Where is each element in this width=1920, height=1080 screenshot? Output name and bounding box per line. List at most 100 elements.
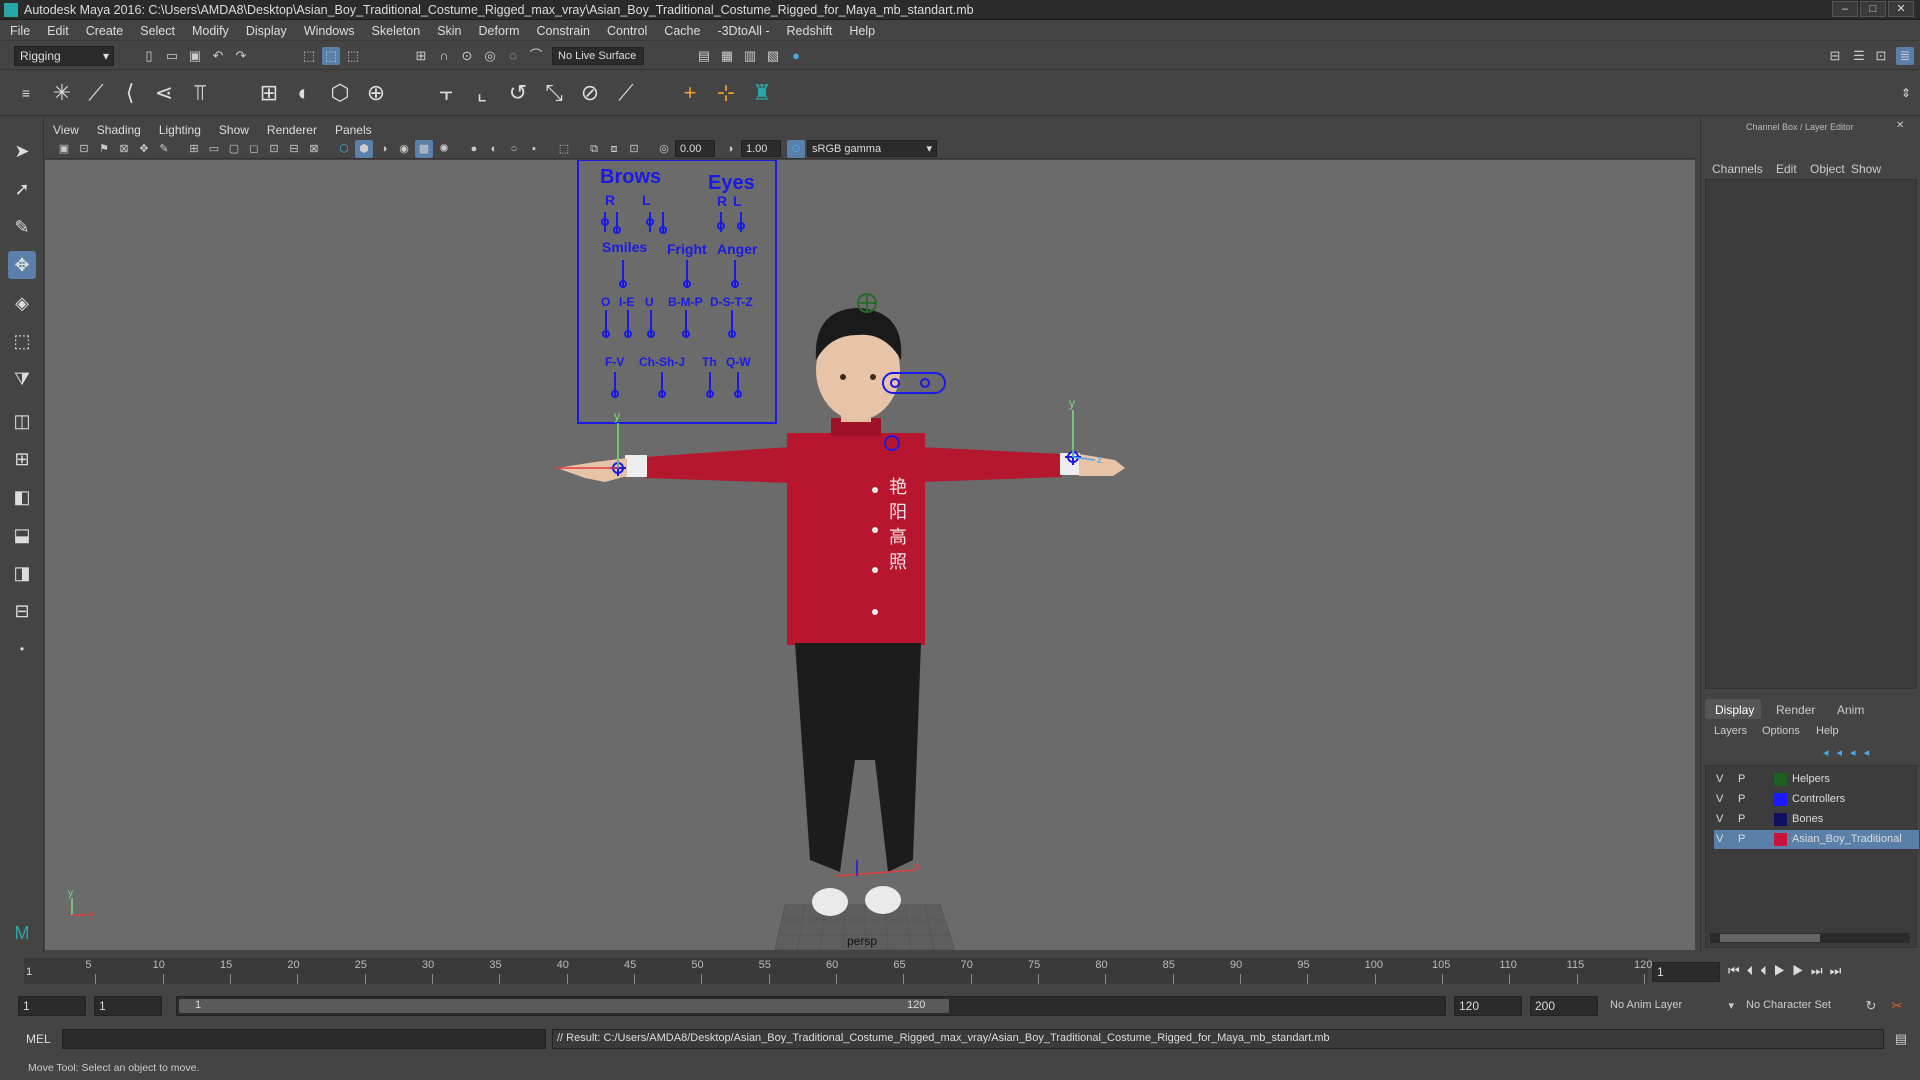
open-scene-icon[interactable]: ▭ [163,47,181,65]
tab-render[interactable]: Render [1776,703,1815,717]
view-transform-dropdown[interactable]: sRGB gamma ▾ [807,140,937,157]
tool-settings-icon[interactable]: ⊡ [1872,47,1890,65]
scene-end-field[interactable]: 200 [1530,996,1598,1016]
channel-object-menu[interactable]: Object [1810,162,1845,176]
minimize-button[interactable]: – [1832,1,1858,17]
channel-list[interactable] [1705,179,1917,689]
playback-end-field[interactable]: 120 [1454,996,1522,1016]
select-object-icon[interactable]: ⬚ [322,47,340,65]
menu-display[interactable]: Display [246,24,287,38]
textured-icon[interactable]: ▩ [415,140,433,158]
two-pane-side-icon[interactable]: ◧ [8,483,36,511]
bind-skin-icon[interactable]: ⊞ [255,79,283,107]
menu-redshift[interactable]: Redshift [787,24,833,38]
field-chart-icon[interactable]: ⊡ [265,140,283,158]
close-button[interactable]: ✕ [1888,1,1914,17]
bookmark-icon[interactable]: ⚑ [95,140,113,158]
layer-row-selected[interactable]: V P Asian_Boy_Traditional [1714,830,1919,849]
shelf-options-icon[interactable]: ≡ [12,79,40,107]
viewport-menu-shading[interactable]: Shading [97,123,141,137]
two-pane-stacked-icon[interactable]: ⬓ [8,521,36,549]
playback-controls[interactable]: ⏮⏴⏴▶▶⏭⏭ [1728,963,1848,979]
layer-action-icons[interactable]: ◂◂◂◂ [1823,746,1877,759]
menu-deform[interactable]: Deform [479,24,520,38]
menu-control[interactable]: Control [607,24,647,38]
undo-icon[interactable]: ↶ [209,47,227,65]
scene-start-field[interactable]: 1 [18,996,86,1016]
snap-grid-icon[interactable]: ⊞ [412,47,430,65]
resolution-gate-icon[interactable]: ▢ [225,140,243,158]
last-tool-icon[interactable]: ⧩ [8,365,36,393]
scale-constraint-icon[interactable]: ⤡ [540,79,568,107]
menu-constrain[interactable]: Constrain [537,24,591,38]
pole-vector-icon[interactable]: ⟋ [612,79,640,107]
menu-set-dropdown[interactable]: Rigging ▾ [14,46,114,66]
color-management-icon[interactable]: ⊙ [787,140,805,158]
range-slider-handle[interactable] [179,999,949,1013]
render-settings-icon[interactable]: ▧ [764,47,782,65]
scale-tool-icon[interactable]: ⬚ [8,327,36,355]
menu-file[interactable]: File [10,24,30,38]
two-d-pan-icon[interactable]: ✥ [135,140,153,158]
layer-visible-toggle[interactable]: V [1716,793,1723,805]
range-slider[interactable]: 1 120 [176,996,1446,1016]
layer-playback-toggle[interactable]: P [1738,813,1745,825]
viewport-3d[interactable]: Brows Eyes R L R L Smiles Fright Anger O… [45,160,1695,950]
anim-prefs-icon[interactable]: ✂ [1888,997,1906,1015]
select-hierarchy-icon[interactable]: ⬚ [300,47,318,65]
insert-joint-icon[interactable]: ⋖ [150,79,178,107]
snap-view-icon[interactable]: ◎ [481,47,499,65]
film-gate-icon[interactable]: ▭ [205,140,223,158]
layout-options-icon[interactable]: • [8,635,36,663]
ipr-render-icon[interactable]: ▥ [741,47,759,65]
menu-3dtoall[interactable]: -3DtoAll - [717,24,769,38]
menu-modify[interactable]: Modify [192,24,229,38]
redo-icon[interactable]: ↷ [232,47,250,65]
move-tool-icon[interactable]: ✥ [8,251,36,279]
viewport-menu-renderer[interactable]: Renderer [267,123,317,137]
layer-row[interactable]: V P Helpers [1714,770,1919,789]
wireframe-on-shaded-icon[interactable]: ◑ [375,140,393,158]
paint-select-icon[interactable]: ✎ [8,213,36,241]
channel-edit-menu[interactable]: Edit [1776,162,1797,176]
options-menu[interactable]: Options [1762,725,1800,737]
isolate-select-icon[interactable]: ⬚ [555,140,573,158]
menu-cache[interactable]: Cache [664,24,700,38]
lasso-tool-icon[interactable]: ➚ [8,175,36,203]
script-language-label[interactable]: MEL [26,1032,51,1046]
mirror-joint-icon[interactable]: ⫪ [186,79,214,107]
safe-title-icon[interactable]: ⊠ [305,140,323,158]
smooth-shade-icon[interactable]: ⬢ [355,140,373,158]
gamma-field[interactable]: 1.00 [741,140,781,157]
channels-menu[interactable]: Channels [1712,162,1763,176]
menu-windows[interactable]: Windows [304,24,355,38]
persp-graph-icon[interactable]: ⊟ [8,597,36,625]
exposure-field[interactable]: 0.00 [675,140,715,157]
xray-joints-icon[interactable]: ⧈ [605,140,623,158]
menu-skeleton[interactable]: Skeleton [372,24,421,38]
render-view-icon[interactable]: ▤ [695,47,713,65]
default-material-icon[interactable]: ◉ [395,140,413,158]
viewport-menu-show[interactable]: Show [219,123,249,137]
auto-key-icon[interactable]: ↻ [1862,997,1880,1015]
safe-action-icon[interactable]: ⊟ [285,140,303,158]
snap-surface-icon[interactable]: ◌ [504,47,522,65]
render-frame-icon[interactable]: ▦ [718,47,736,65]
camera-lock-icon[interactable]: ⊡ [75,140,93,158]
layer-visible-toggle[interactable]: V [1716,813,1723,825]
shelf-scroll-icon[interactable]: ⇕ [1892,79,1920,107]
snap-point-icon[interactable]: ⊙ [458,47,476,65]
select-component-icon[interactable]: ⬚ [344,47,362,65]
save-scene-icon[interactable]: ▣ [186,47,204,65]
paint-weights-icon[interactable]: ◐ [290,79,318,107]
motion-blur-icon[interactable]: ○ [505,140,523,158]
menu-create[interactable]: Create [86,24,124,38]
lights-icon[interactable]: ✺ [435,140,453,158]
layer-row[interactable]: V P Bones [1714,810,1919,829]
new-scene-icon[interactable]: ▯ [140,47,158,65]
layer-scrollbar[interactable] [1710,933,1910,943]
close-icon[interactable]: ✕ [1896,120,1904,131]
wireframe-icon[interactable]: ⬡ [335,140,353,158]
gamma-icon[interactable]: ◑ [721,140,739,158]
parent-constraint-icon[interactable]: ⫟ [432,79,460,107]
